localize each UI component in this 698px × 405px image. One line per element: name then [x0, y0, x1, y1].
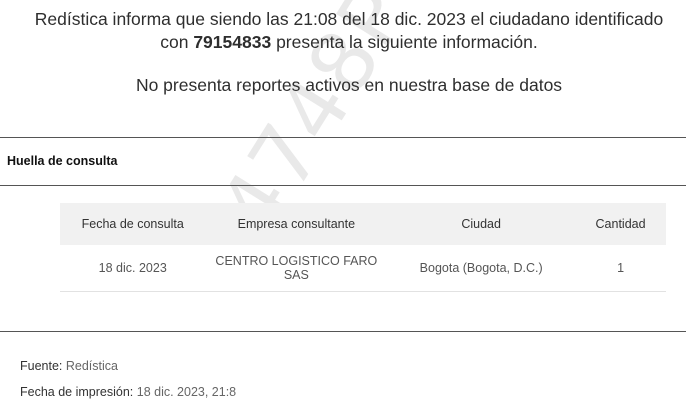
- source-line: Fuente: Redística: [20, 359, 118, 373]
- cell-date: 18 dic. 2023: [60, 245, 206, 292]
- column-header-company: Empresa consultante: [205, 203, 388, 245]
- table-header-row: Fecha de consulta Empresa consultante Ci…: [60, 203, 666, 245]
- cell-quantity: 1: [575, 245, 666, 292]
- citizen-id-number: 79154833: [193, 32, 272, 52]
- column-header-date: Fecha de consulta: [60, 203, 206, 245]
- source-value: Redística: [65, 359, 118, 373]
- intro-line-2: con 79154833 presenta la siguiente infor…: [0, 31, 698, 54]
- divider-bottom: [0, 331, 686, 332]
- intro-prefix: con: [160, 32, 189, 52]
- table-row: 18 dic. 2023 CENTRO LOGISTICO FARO SAS B…: [60, 245, 666, 292]
- print-date-label: Fecha de impresión:: [20, 385, 134, 399]
- intro-statement: Redística informa que siendo las 21:08 d…: [0, 8, 698, 54]
- source-label: Fuente:: [20, 359, 63, 373]
- divider-top: [0, 137, 686, 138]
- result-headline: No presenta reportes activos en nuestra …: [135, 75, 563, 95]
- consultation-table: Fecha de consulta Empresa consultante Ci…: [60, 203, 666, 292]
- cell-company: CENTRO LOGISTICO FARO SAS: [205, 245, 388, 292]
- intro-suffix: presenta la siguiente información.: [276, 32, 538, 52]
- divider-section: [0, 185, 686, 186]
- print-date-line: Fecha de impresión: 18 dic. 2023, 21:8: [20, 385, 236, 399]
- print-date-value: 18 dic. 2023, 21:8: [136, 385, 237, 399]
- column-header-quantity: Cantidad: [575, 203, 666, 245]
- cell-city: Bogota (Bogota, D.C.): [387, 245, 576, 292]
- column-header-city: Ciudad: [387, 203, 576, 245]
- section-title: Huella de consulta: [7, 154, 118, 168]
- intro-line-1: Redística informa que siendo las 21:08 d…: [34, 9, 664, 29]
